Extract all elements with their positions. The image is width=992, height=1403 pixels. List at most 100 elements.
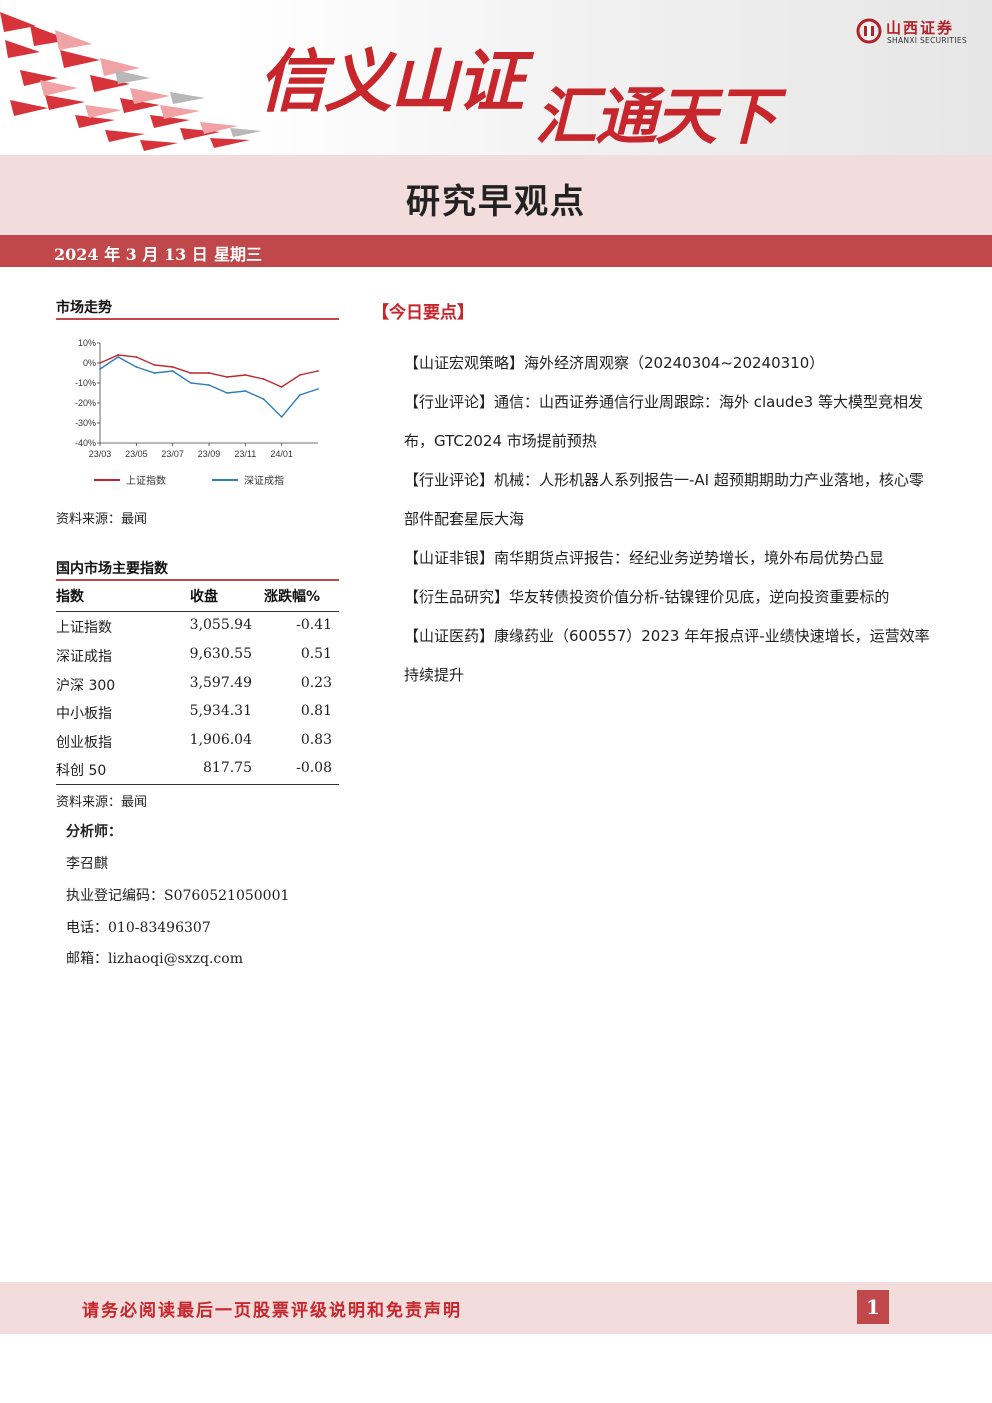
list-item[interactable]: 【山证非银】南华期货点评报告：经纪业务逆势增长，境外布局优势凸显	[404, 539, 936, 578]
logo-emblem-icon	[856, 18, 882, 44]
data-point	[298, 374, 301, 376]
list-item[interactable]: 【山证医药】康缘药业（600557）2023 年年报点评-业绩快速增长，运营效率…	[404, 617, 936, 695]
table-row: 科创 50 817.75 -0.08	[56, 757, 339, 785]
highlights-list: 【山证宏观策略】海外经济周观察（20240304~20240310） 【行业评论…	[404, 344, 936, 695]
column-header-close: 收盘	[190, 589, 218, 605]
index-name: 上证指数	[56, 620, 112, 636]
y-tick-label: -20%	[75, 398, 96, 408]
data-point	[244, 390, 247, 392]
index-change: 0.51	[300, 646, 332, 662]
data-point	[244, 374, 247, 376]
index-close: 9,630.55	[189, 646, 252, 662]
list-item[interactable]: 【衍生品研究】华友转债投资价值分析-钴镍锂价见底，逆向投资重要标的	[404, 578, 936, 617]
data-point	[208, 372, 210, 374]
data-point	[117, 356, 120, 358]
index-change: 0.81	[300, 703, 332, 719]
index-name: 创业板指	[56, 735, 112, 751]
x-tick-label: 23/05	[125, 449, 148, 459]
index-close: 817.75	[203, 760, 252, 776]
data-point	[153, 364, 156, 366]
market-trend-heading: 市场走势	[56, 300, 112, 316]
data-point	[208, 384, 210, 386]
y-tick-label: 10%	[78, 338, 96, 348]
list-item[interactable]: 【行业评论】机械：人形机器人系列报告一-AI 超预期期助力产业落地，核心零部件配…	[404, 461, 936, 539]
phone-label: 电话：	[66, 920, 108, 936]
analyst-cert: 执业登记编码：S0760521050001	[66, 885, 289, 905]
x-tick-label: 23/09	[198, 449, 221, 459]
table-row: 深证成指 9,630.55 0.51	[56, 643, 339, 671]
slogan-left: 信义山证	[258, 43, 524, 122]
logo-subtitle: SHANXI SECURITIES	[887, 36, 967, 45]
data-point	[298, 394, 301, 396]
data-point	[280, 416, 283, 418]
data-point	[189, 372, 192, 374]
index-change: 0.83	[300, 732, 332, 748]
data-point	[226, 392, 229, 394]
analyst-name: 李召麒	[66, 856, 108, 872]
y-tick-label: 0%	[83, 358, 96, 368]
slogan-right: 汇通天下	[535, 80, 777, 153]
table-row: 上证指数 3,055.94 -0.41	[56, 614, 339, 642]
table-row: 沪深 300 3,597.49 0.23	[56, 672, 339, 700]
column-header-index: 指数	[56, 589, 84, 605]
index-name: 科创 50	[56, 763, 107, 779]
report-date: 2024 年 3 月 13 日	[54, 245, 208, 264]
analyst-heading: 分析师：	[66, 824, 122, 840]
table-row: 中小板指 5,934.31 0.81	[56, 700, 339, 728]
series-line-2	[99, 356, 319, 419]
y-tick-label: -40%	[75, 438, 96, 448]
phone-value: 010-83496307	[108, 920, 211, 936]
index-change: -0.08	[296, 760, 332, 776]
column-header-change: 涨跌幅%	[264, 589, 321, 605]
data-point	[317, 388, 319, 390]
cert-label: 执业登记编码：	[66, 888, 164, 904]
today-highlights-heading: 【今日要点】	[372, 303, 474, 323]
report-title: 研究早观点	[406, 182, 586, 222]
index-change: -0.41	[296, 617, 332, 633]
analyst-phone: 电话：010-83496307	[66, 917, 211, 937]
data-point	[153, 372, 156, 374]
index-table-header: 指数 收盘 涨跌幅%	[56, 584, 339, 610]
data-point	[135, 366, 138, 368]
cert-value: S0760521050001	[164, 888, 290, 904]
disclaimer-notice: 请务必阅读最后一页股票评级说明和免责声明	[82, 1301, 462, 1321]
table-source: 资料来源：最闻	[56, 795, 148, 810]
list-item[interactable]: 【行业评论】通信：山西证券通信行业周跟踪：海外 claude3 等大模型竞相发布…	[404, 383, 936, 461]
table-rule	[56, 784, 339, 785]
data-point	[317, 370, 319, 372]
table-rule	[56, 611, 339, 612]
section-divider	[56, 318, 339, 320]
index-close: 3,597.49	[189, 675, 252, 691]
chart-source: 资料来源：最闻	[56, 512, 148, 527]
data-point	[280, 386, 283, 388]
list-item[interactable]: 【山证宏观策略】海外经济周观察（20240304~20240310）	[404, 344, 936, 383]
logo-name: 山西证券	[886, 19, 955, 37]
x-tick-label: 23/11	[234, 449, 256, 459]
header-banner: 信义山证 汇通天下 山西证券 SHANXI SECURITIES	[0, 0, 992, 155]
email-value[interactable]: lizhaoqi@sxzq.com	[108, 951, 243, 967]
index-close: 3,055.94	[189, 617, 252, 633]
index-name: 沪深 300	[56, 678, 116, 694]
x-tick-label: 24/01	[270, 449, 293, 459]
legend-label: 深证成指	[244, 474, 284, 487]
table-row: 创业板指 1,906.04 0.83	[56, 729, 339, 757]
x-tick-label: 23/07	[161, 449, 184, 459]
x-tick-label: 23/03	[89, 449, 112, 459]
data-point	[189, 382, 192, 384]
arrow-swarm-graphic	[0, 12, 262, 151]
section-divider	[56, 579, 339, 581]
y-tick-label: -10%	[75, 378, 96, 388]
index-close: 1,906.04	[189, 732, 252, 748]
index-close: 5,934.31	[189, 703, 252, 719]
data-point	[262, 378, 265, 380]
company-logo: 山西证券 SHANXI SECURITIES	[856, 17, 971, 47]
data-point	[171, 366, 174, 368]
index-table-heading: 国内市场主要指数	[56, 561, 168, 577]
data-point	[99, 368, 101, 370]
report-weekday: 星期三	[214, 245, 263, 264]
index-change: 0.23	[300, 675, 332, 691]
series-line-1	[99, 354, 319, 388]
legend-label: 上证指数	[126, 474, 166, 487]
page-number: 1	[857, 1290, 889, 1324]
index-name: 中小板指	[56, 706, 112, 722]
